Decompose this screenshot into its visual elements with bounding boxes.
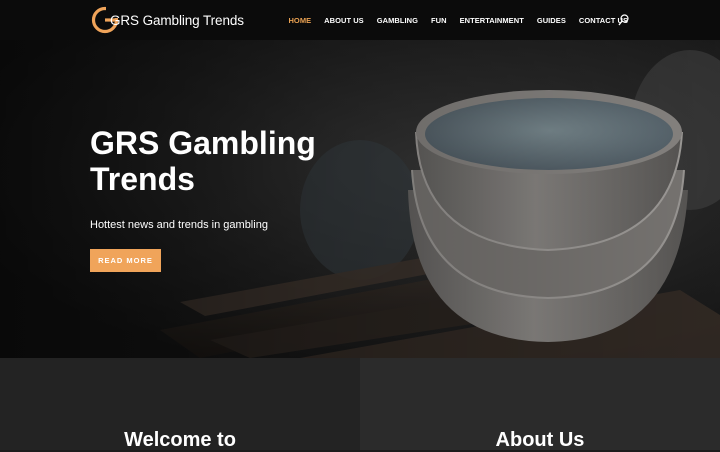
nav-item-guides[interactable]: GUIDES <box>537 16 566 25</box>
hero-subtitle: Hottest news and trends in gambling <box>90 219 268 231</box>
site-logo[interactable]: GRS Gambling Trends <box>91 6 244 34</box>
nav-item-gambling[interactable]: GAMBLING <box>377 16 418 25</box>
main-nav: HOME ABOUT US GAMBLING FUN ENTERTAINMENT… <box>275 0 628 40</box>
nav-item-entertainment[interactable]: ENTERTAINMENT <box>460 16 524 25</box>
about-us-section: About Us <box>360 358 720 451</box>
nav-item-about-us[interactable]: ABOUT US <box>324 16 364 25</box>
nav-item-home[interactable]: HOME <box>288 16 311 25</box>
search-icon[interactable] <box>618 14 629 26</box>
hero-title: GRS Gambling Trends <box>90 125 316 197</box>
welcome-section: Welcome to <box>0 358 360 451</box>
logo-text: GRS Gambling Trends <box>110 13 244 28</box>
hero-section: GRS Gambling Trends Hottest news and tre… <box>0 40 720 358</box>
nav-item-fun[interactable]: FUN <box>431 16 447 25</box>
read-more-button[interactable]: READ MORE <box>90 249 161 272</box>
hero-overlay <box>0 40 720 358</box>
site-header: GRS Gambling Trends HOME ABOUT US GAMBLI… <box>0 0 720 40</box>
welcome-title: Welcome to <box>124 429 236 451</box>
about-us-title: About Us <box>495 429 585 451</box>
